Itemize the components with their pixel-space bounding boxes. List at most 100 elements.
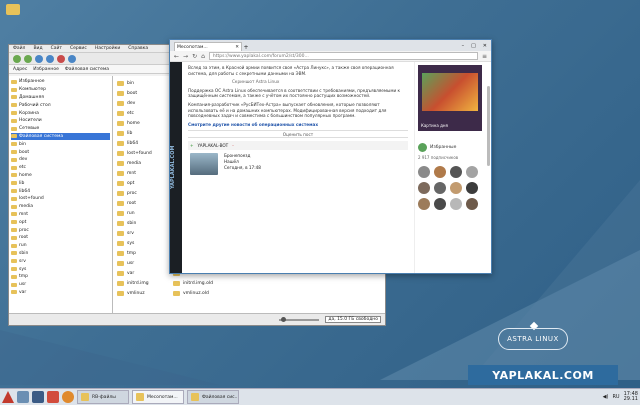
tree-item[interactable]: root — [11, 234, 110, 242]
file-item[interactable]: lib — [117, 128, 169, 138]
downvote-icon[interactable]: - — [232, 143, 234, 148]
file-item[interactable]: dev — [117, 98, 169, 108]
comment-user[interactable]: YAPLAKAL-BOT — [198, 143, 229, 148]
taskbar-task[interactable]: Файловая сис... — [187, 390, 239, 404]
file-item[interactable]: lib64 — [117, 138, 169, 148]
home-icon[interactable]: ⌂ — [201, 53, 205, 60]
file-item[interactable]: initrd.img — [117, 278, 169, 288]
file-item[interactable]: boot — [117, 88, 169, 98]
sidebar-section[interactable]: Избранные — [418, 143, 477, 152]
avatar[interactable] — [450, 182, 462, 194]
tree-item[interactable]: lost+found — [11, 195, 110, 203]
file-item[interactable]: tmp — [117, 248, 169, 258]
tree-item[interactable]: Сетевые — [11, 125, 110, 133]
taskbar-task[interactable]: Mесопотам... — [132, 390, 184, 404]
tree-item[interactable]: usr — [11, 281, 110, 289]
tree-item[interactable]: home — [11, 172, 110, 180]
tree-item[interactable]: Избранное — [11, 78, 110, 86]
avatar[interactable] — [466, 198, 478, 210]
tree-item[interactable]: lib64 — [11, 187, 110, 195]
tree-item[interactable]: srv — [11, 257, 110, 265]
avatar[interactable] — [450, 166, 462, 178]
forward-button-icon[interactable] — [24, 54, 32, 63]
menu-item[interactable]: Вид — [33, 46, 42, 51]
menu-item[interactable]: Справка — [128, 46, 148, 51]
maximize-icon[interactable]: □ — [471, 43, 476, 49]
start-menu-icon[interactable] — [2, 391, 14, 403]
file-item[interactable]: sys — [117, 238, 169, 248]
file-item[interactable]: mnt — [117, 168, 169, 178]
desktop-icon[interactable] — [17, 391, 29, 403]
back-arrow-icon[interactable]: ← — [174, 53, 179, 60]
close-window-icon[interactable]: ✕ — [483, 43, 487, 49]
file-item[interactable]: media — [117, 158, 169, 168]
fm-tree[interactable]: Избранное Компьютер Домашняя Рабочий стол Ко… — [9, 76, 113, 313]
tree-item[interactable]: bin — [11, 140, 110, 148]
tree-item[interactable]: Рабочий стол — [11, 101, 110, 109]
file-item[interactable]: vmlinuz.old — [173, 288, 225, 298]
menu-item[interactable]: Настройки — [95, 46, 120, 51]
up-button-icon[interactable] — [35, 54, 43, 63]
tree-item[interactable]: Корзина — [11, 109, 110, 117]
avatar[interactable] — [418, 182, 430, 194]
address-crumb[interactable]: Избранное — [33, 67, 59, 72]
new-tab-icon[interactable]: + — [242, 44, 250, 51]
file-item[interactable]: sbin — [117, 218, 169, 228]
refresh-button-icon[interactable] — [68, 54, 76, 63]
menu-item[interactable]: Сайт — [51, 46, 62, 51]
file-item[interactable]: home — [117, 118, 169, 128]
browser-tab[interactable]: Mесопотам... ✕ — [174, 42, 242, 51]
tree-item[interactable]: tmp — [11, 273, 110, 281]
tree-item[interactable]: Файловая система — [11, 132, 110, 141]
menu-item[interactable]: Файл — [13, 46, 25, 51]
tree-item[interactable]: var — [11, 289, 110, 297]
address-crumb[interactable]: Файловая система — [65, 67, 109, 72]
mail-icon[interactable] — [32, 391, 44, 403]
close-tab-icon[interactable]: ✕ — [235, 45, 239, 50]
menu-item[interactable]: Сервис — [70, 46, 87, 51]
browser-icon[interactable] — [62, 391, 74, 403]
file-item[interactable]: lost+found — [117, 148, 169, 158]
promo-card[interactable]: Картина дня — [418, 65, 482, 131]
tree-item[interactable]: opt — [11, 218, 110, 226]
address-crumb[interactable]: Адрес — [13, 67, 27, 72]
tree-item[interactable]: etc — [11, 164, 110, 172]
tree-item[interactable]: run — [11, 242, 110, 250]
avatar[interactable] — [466, 182, 478, 194]
reload-icon[interactable]: ↻ — [192, 53, 197, 60]
avatar[interactable] — [466, 166, 478, 178]
avatar[interactable] — [434, 182, 446, 194]
minimize-icon[interactable]: – — [462, 43, 465, 49]
avatar[interactable] — [450, 198, 462, 210]
keyboard-layout[interactable]: RU — [612, 394, 619, 400]
tree-item[interactable]: lib — [11, 179, 110, 187]
file-item[interactable]: usr — [117, 258, 169, 268]
zoom-slider-knob[interactable] — [281, 316, 287, 322]
file-item[interactable]: root — [117, 198, 169, 208]
stop-button-icon[interactable] — [57, 54, 65, 63]
clock[interactable]: 17:48 29.11 — [624, 391, 638, 403]
file-item[interactable]: srv — [117, 228, 169, 238]
upvote-icon[interactable]: + — [190, 143, 194, 148]
avatar[interactable] — [418, 166, 430, 178]
taskbar-task[interactable]: RB-файлы — [77, 390, 129, 404]
tree-item[interactable]: media — [11, 203, 110, 211]
files-icon[interactable] — [47, 391, 59, 403]
tree-item[interactable]: Компьютер — [11, 86, 110, 94]
file-item[interactable]: proc — [117, 188, 169, 198]
home-button-icon[interactable] — [46, 54, 54, 63]
avatar[interactable] — [418, 198, 430, 210]
scrollbar[interactable] — [487, 86, 490, 166]
tree-item[interactable]: Домашняя — [11, 94, 110, 102]
file-item[interactable]: opt — [117, 178, 169, 188]
forward-arrow-icon[interactable]: → — [183, 53, 188, 60]
tree-item[interactable]: dev — [11, 156, 110, 164]
desktop-folder-icon[interactable] — [6, 4, 20, 15]
tree-item[interactable]: sys — [11, 265, 110, 273]
tree-item[interactable]: sbin — [11, 250, 110, 258]
menu-icon[interactable]: ≡ — [482, 53, 487, 60]
file-item[interactable]: run — [117, 208, 169, 218]
rate-row[interactable]: Оценить пост — [188, 130, 408, 139]
back-button-icon[interactable] — [13, 54, 21, 63]
avatar[interactable] — [434, 198, 446, 210]
